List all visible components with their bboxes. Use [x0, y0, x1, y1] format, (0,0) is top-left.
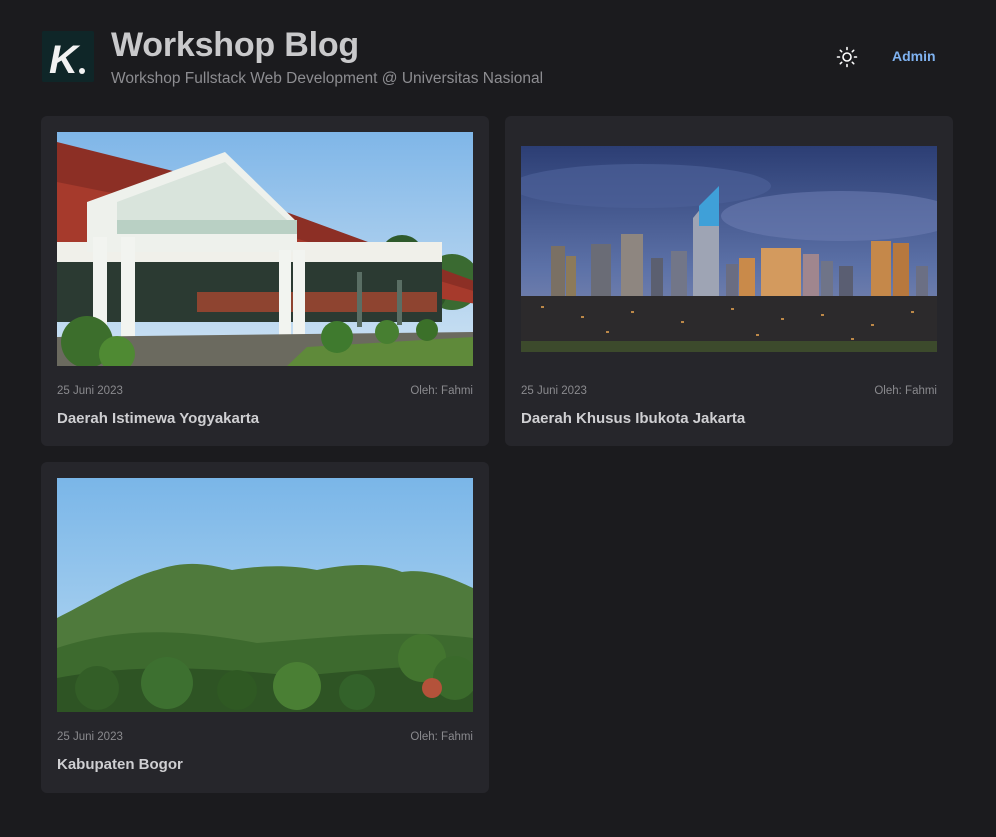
logo-letter: K: [49, 38, 81, 82]
post-date: 25 Juni 2023: [521, 385, 587, 397]
sun-icon: [836, 46, 858, 68]
post-author: Oleh: Fahmi: [410, 385, 473, 397]
post-card-jakarta[interactable]: 25 Juni 2023 Oleh: Fahmi Daerah Khusus I…: [505, 116, 953, 446]
post-title[interactable]: Daerah Istimewa Yogyakarta: [57, 410, 259, 427]
post-card-bogor[interactable]: 25 Juni 2023 Oleh: Fahmi Kabupaten Bogor: [41, 462, 489, 793]
jakarta-skyline-photo: [521, 146, 937, 352]
kraton-pavilion-photo: [57, 132, 473, 366]
post-card-yogyakarta[interactable]: 25 Juni 2023 Oleh: Fahmi Daerah Istimewa…: [41, 116, 489, 446]
admin-link[interactable]: Admin: [892, 48, 936, 64]
post-image[interactable]: [521, 146, 937, 352]
theme-toggle-button[interactable]: [834, 44, 860, 70]
post-image[interactable]: [57, 478, 473, 712]
site-title[interactable]: Workshop Blog: [111, 26, 359, 65]
post-image[interactable]: [57, 132, 473, 366]
post-title[interactable]: Kabupaten Bogor: [57, 756, 183, 773]
post-date: 25 Juni 2023: [57, 731, 123, 743]
mountain-forest-photo: [57, 478, 473, 712]
site-logo[interactable]: K: [42, 31, 94, 82]
post-title[interactable]: Daerah Khusus Ibukota Jakarta: [521, 410, 745, 427]
page: K Workshop Blog Workshop Fullstack Web D…: [0, 0, 996, 837]
site-subtitle: Workshop Fullstack Web Development @ Uni…: [111, 70, 544, 87]
post-author: Oleh: Fahmi: [874, 385, 937, 397]
post-date: 25 Juni 2023: [57, 385, 123, 397]
post-author: Oleh: Fahmi: [410, 731, 473, 743]
